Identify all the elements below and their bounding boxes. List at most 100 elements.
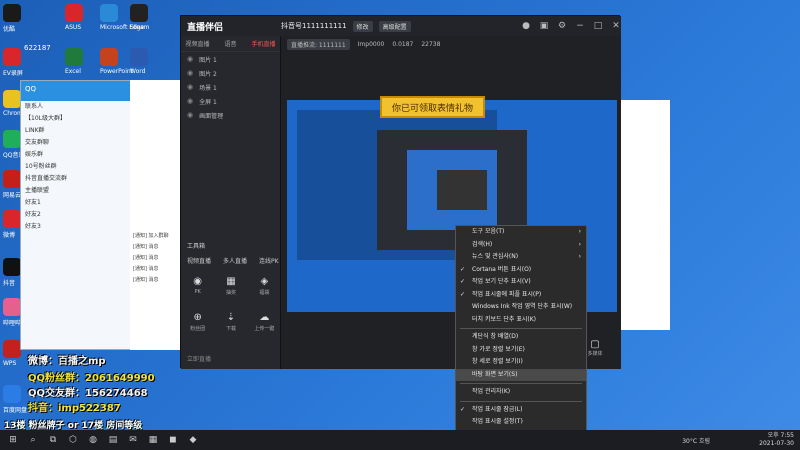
context-menu-item[interactable]: Windows Ink 작업 영역 단추 표시(W): [456, 301, 586, 314]
desktop-app-icon[interactable]: [130, 4, 148, 22]
taskbar-context-menu: 도구 모음(T) › 검색(H) › 뉴스 및 관심사(N) › ✓ Cortana 버튼 표…: [455, 225, 587, 430]
context-menu-item[interactable]: 터치 키보드 단추 표시(K): [456, 314, 586, 327]
tool-button[interactable]: ◉ PK: [181, 276, 214, 296]
desktop-app-label: 抖音: [3, 280, 16, 287]
eye-icon[interactable]: ◉: [187, 55, 193, 63]
eye-icon[interactable]: ◉: [187, 69, 193, 77]
taskbar-app-icon[interactable]: ⧉: [46, 434, 60, 446]
desktop-app-icon[interactable]: [3, 210, 21, 228]
context-menu-item[interactable]: 도구 모음(T) ›: [456, 226, 586, 239]
scene-name: 场景 1: [199, 84, 217, 92]
context-menu-item[interactable]: 창 세로 정렬 보기(I): [456, 356, 586, 369]
taskbar-app-icon[interactable]: ◼: [166, 434, 180, 446]
desktop-app-icon[interactable]: [3, 4, 21, 22]
gift-icon[interactable]: ▣: [539, 21, 549, 31]
taskbar-app-icon[interactable]: ◍: [86, 434, 100, 446]
context-menu-item[interactable]: ✓ 작업 표시줄 잠금(L): [456, 404, 586, 417]
tool-icon: ⇣: [226, 312, 236, 323]
advanced-button[interactable]: 高级配置: [378, 20, 411, 32]
tool-button[interactable]: ⊕ 粉丝团: [181, 312, 214, 332]
taskbar-app-icon[interactable]: ✉: [126, 434, 140, 446]
qq-list-item[interactable]: 10号粉丝群: [21, 161, 134, 173]
scene-item[interactable]: ◉ 场景 1: [181, 80, 280, 94]
qq-list-item[interactable]: 好友1: [21, 197, 134, 209]
stream-overlay-text: QQ粉丝群：2061649990: [28, 373, 155, 384]
tool-section[interactable]: 连线PK: [259, 256, 279, 265]
context-menu-item[interactable]: 바탕 화면 보기(S): [456, 368, 586, 381]
tab-0[interactable]: 视频直播: [181, 39, 214, 48]
tab-1[interactable]: 语音: [214, 39, 247, 48]
context-menu-label: 도구 모음(T): [472, 228, 505, 235]
eye-icon[interactable]: ◉: [187, 97, 193, 105]
clock[interactable]: 오후 7:55 2021-07-30: [759, 432, 794, 448]
qq-list-item[interactable]: 联系人: [21, 101, 134, 113]
desktop-app-icon[interactable]: [3, 258, 21, 276]
desktop-app-icon[interactable]: [3, 385, 21, 403]
qq-list-item[interactable]: 娱乐群: [21, 149, 134, 161]
scene-item[interactable]: ◉ 图片 2: [181, 66, 280, 80]
taskbar-app-icon[interactable]: ⌕: [26, 434, 40, 446]
stream-info-item: 0.0187: [392, 40, 414, 48]
context-menu-item[interactable]: 검색(H) ›: [456, 239, 586, 252]
qq-list-item[interactable]: 抖音直播交流群: [21, 173, 134, 185]
minimize-icon[interactable]: −: [575, 21, 585, 31]
desktop-app-icon[interactable]: [65, 4, 83, 22]
context-menu-label: Cortana 버튼 표시(O): [472, 265, 532, 273]
desktop-app-icon[interactable]: [3, 48, 21, 66]
context-menu-item[interactable]: 작업 표시줄 설정(T): [456, 416, 586, 429]
scene-item[interactable]: ◉ 图片 1: [181, 52, 280, 66]
context-menu-item[interactable]: ✓ 작업 보기 단추 표시(V): [456, 276, 586, 289]
tool-button[interactable]: ⇣ 下载: [214, 312, 247, 332]
tab-2[interactable]: 手机直播: [247, 39, 280, 48]
chevron-right-icon: ›: [578, 240, 581, 248]
eye-icon[interactable]: ◉: [187, 83, 193, 91]
tool-button[interactable]: ☁ 上传一键: [248, 312, 281, 332]
weather-widget[interactable]: 30°C 흐림: [682, 436, 710, 445]
qq-window[interactable]: QQ 联系人 【10L级大群】 LINK群 交友群聊 娱乐群 10号粉丝群 抖音直播交流群主…: [20, 80, 135, 350]
context-menu-item[interactable]: ✓ Cortana 버튼 표시(O): [456, 264, 586, 277]
qq-list-item[interactable]: 好友3: [21, 221, 134, 233]
desktop-app-icon[interactable]: [65, 48, 83, 66]
tool-section[interactable]: 多人直播: [223, 256, 247, 265]
avatar[interactable]: ●: [521, 21, 531, 31]
taskbar-app-icon[interactable]: ⊞: [6, 434, 20, 446]
tool-button[interactable]: ◈ 福袋: [248, 276, 281, 296]
context-menu-item[interactable]: 뉴스 및 관심사(N) ›: [456, 251, 586, 264]
taskbar-app-icon[interactable]: ▦: [146, 434, 160, 446]
scene-item[interactable]: ◉ 全屏 1: [181, 94, 280, 108]
desktop-app-icon[interactable]: [3, 130, 21, 148]
edit-button[interactable]: 修改: [352, 20, 373, 32]
context-menu-label: 작업 보기 단추 표시(V): [472, 278, 531, 285]
desktop-app-icon[interactable]: [100, 48, 118, 66]
desktop-app-icon[interactable]: [100, 4, 118, 22]
desktop-app-icon[interactable]: [3, 298, 21, 316]
context-menu-item[interactable]: ✓ 작업 표시줄에 피플 표시(P): [456, 289, 586, 302]
qq-list-item[interactable]: 交友群聊: [21, 137, 134, 149]
desktop-app-icon[interactable]: [3, 90, 21, 108]
eye-icon[interactable]: ◉: [187, 111, 193, 119]
gift-banner[interactable]: 你已可领取表情礼物: [380, 96, 485, 118]
taskbar-app-icon[interactable]: ◆: [186, 434, 200, 446]
desktop-app-icon[interactable]: [3, 340, 21, 358]
taskbar-app-icon[interactable]: ⬡: [66, 434, 80, 446]
close-icon[interactable]: ✕: [611, 21, 621, 31]
settings-icon[interactable]: ⚙: [557, 21, 567, 31]
context-menu-item[interactable]: 창 가로 정렬 보기(E): [456, 344, 586, 357]
desktop-app-icon[interactable]: [130, 48, 148, 66]
chevron-right-icon: ›: [578, 253, 581, 260]
qq-list-item[interactable]: 好友2: [21, 209, 134, 221]
desktop-app-label: WPS: [3, 360, 17, 367]
maximize-icon[interactable]: □: [593, 21, 603, 31]
context-menu-item[interactable]: 계단식 창 배열(D): [456, 331, 586, 344]
taskbar-app-icon[interactable]: ▤: [106, 434, 120, 446]
tool-section[interactable]: 视频直播: [187, 256, 211, 265]
tool-label: 福袋: [259, 290, 270, 296]
scene-item[interactable]: ◉ 画面管理: [181, 108, 280, 122]
desktop-app-icon[interactable]: [3, 170, 21, 188]
qq-list-item[interactable]: 【10L级大群】: [21, 113, 134, 125]
context-menu-item[interactable]: 작업 관리자(K): [456, 386, 586, 399]
qq-list-item[interactable]: LINK群: [21, 125, 134, 137]
tool-button[interactable]: ▦ 抽奖: [214, 276, 247, 296]
context-menu-label: 창 세로 정렬 보기(I): [472, 358, 523, 365]
qq-list-item[interactable]: 主播联盟: [21, 185, 134, 197]
